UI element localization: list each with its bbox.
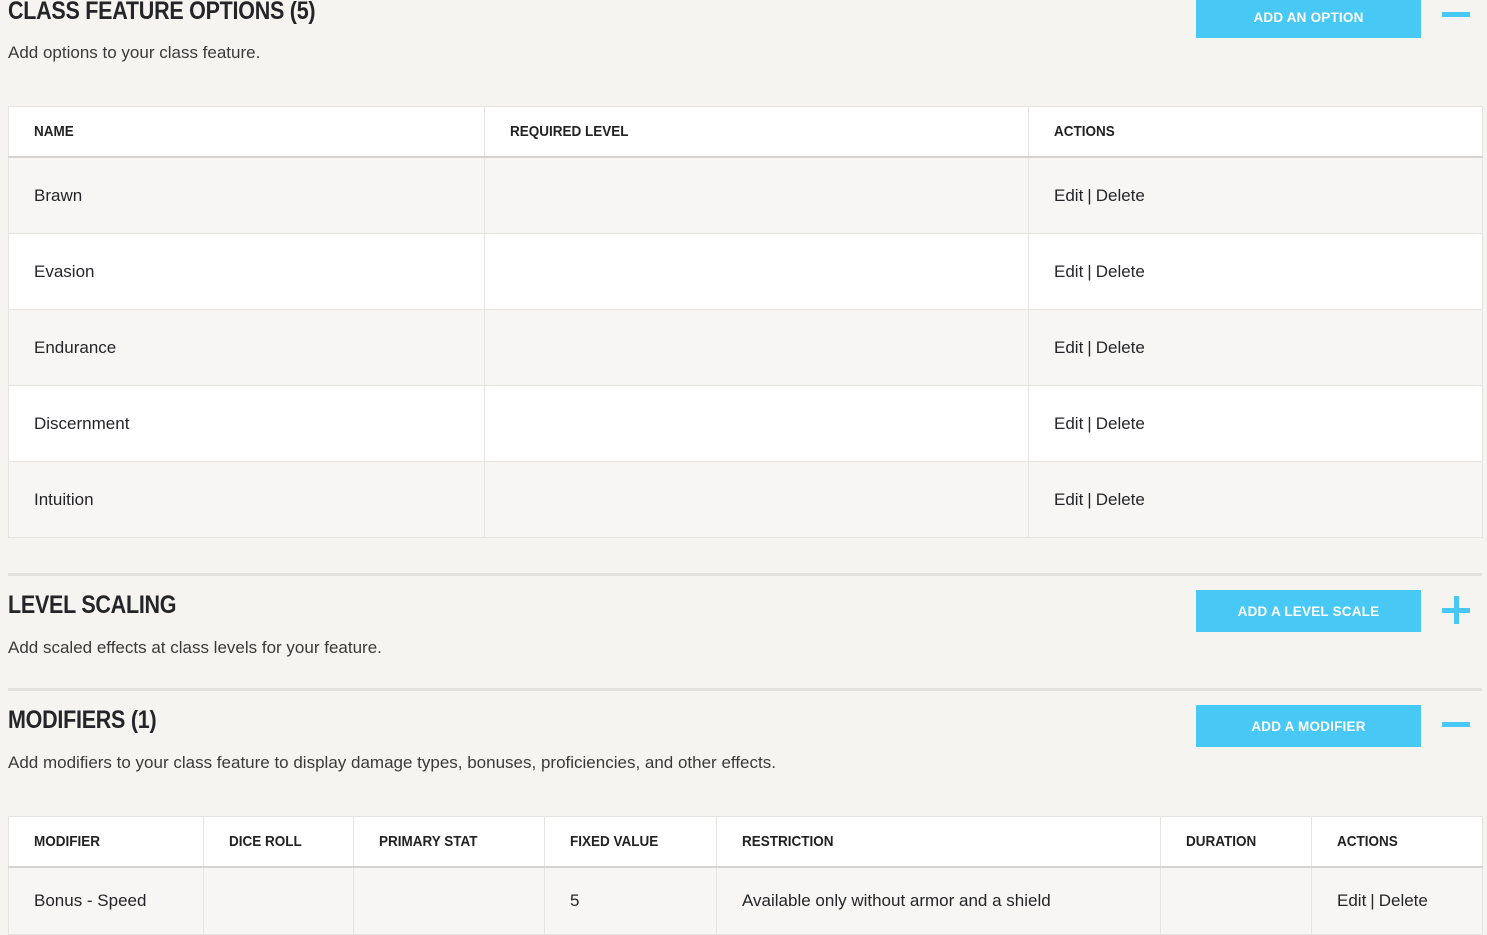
delete-link[interactable]: Delete xyxy=(1096,414,1145,433)
table-row: Brawn Edit | Delete xyxy=(8,157,1483,234)
table-row: Evasion Edit | Delete xyxy=(8,233,1483,310)
option-required-level xyxy=(484,385,1029,462)
column-header-primary-stat: PRIMARY STAT xyxy=(353,816,545,868)
collapse-options-icon[interactable] xyxy=(1442,0,1472,30)
delete-link[interactable]: Delete xyxy=(1096,338,1145,357)
options-table: NAME REQUIRED LEVEL ACTIONS Brawn Edit | D… xyxy=(8,106,1483,538)
option-name: Intuition xyxy=(8,461,485,538)
action-separator: | xyxy=(1087,489,1092,509)
delete-link[interactable]: Delete xyxy=(1096,262,1145,281)
table-row: Discernment Edit | Delete xyxy=(8,385,1483,462)
level-scaling-title: LEVEL SCALING xyxy=(8,591,177,619)
delete-link[interactable]: Delete xyxy=(1379,891,1428,910)
column-header-modifier: MODIFIER xyxy=(8,816,204,868)
modifier-duration xyxy=(1160,867,1312,935)
modifier-fixed-value: 5 xyxy=(544,867,717,935)
column-header-dice-roll: DICE ROLL xyxy=(203,816,354,868)
class-feature-options-description: Add options to your class feature. xyxy=(8,43,261,62)
option-actions: Edit | Delete xyxy=(1028,309,1483,386)
table-row: Bonus - Speed 5 Available only without a… xyxy=(8,867,1483,935)
option-actions: Edit | Delete xyxy=(1028,233,1483,310)
delete-link[interactable]: Delete xyxy=(1096,186,1145,205)
add-option-button[interactable]: ADD AN OPTION xyxy=(1196,0,1421,38)
modifiers-table-header: MODIFIER DICE ROLL PRIMARY STAT FIXED VA… xyxy=(8,816,1483,868)
option-actions: Edit | Delete xyxy=(1028,385,1483,462)
table-row: Intuition Edit | Delete xyxy=(8,461,1483,538)
column-header-restriction: RESTRICTION xyxy=(716,816,1161,868)
table-row: Endurance Edit | Delete xyxy=(8,309,1483,386)
modifiers-title: MODIFIERS (1) xyxy=(8,706,157,734)
option-name: Brawn xyxy=(8,157,485,234)
modifier-restriction: Available only without armor and a shiel… xyxy=(716,867,1161,935)
option-name: Discernment xyxy=(8,385,485,462)
minus-icon xyxy=(1442,722,1470,727)
class-feature-options-section: CLASS FEATURE OPTIONS (5) Add options to… xyxy=(0,0,1487,540)
modifier-name: Bonus - Speed xyxy=(8,867,204,935)
action-separator: | xyxy=(1087,413,1092,433)
option-required-level xyxy=(484,309,1029,386)
modifiers-description: Add modifiers to your class feature to d… xyxy=(8,753,776,772)
action-separator: | xyxy=(1370,891,1375,910)
edit-link[interactable]: Edit xyxy=(1054,186,1083,205)
modifiers-table: MODIFIER DICE ROLL PRIMARY STAT FIXED VA… xyxy=(8,816,1483,935)
edit-link[interactable]: Edit xyxy=(1054,262,1083,281)
column-header-actions: ACTIONS xyxy=(1028,106,1483,158)
modifier-primary-stat xyxy=(353,867,545,935)
level-scaling-description: Add scaled effects at class levels for y… xyxy=(8,638,382,657)
column-header-actions: ACTIONS xyxy=(1311,816,1483,868)
class-feature-options-title: CLASS FEATURE OPTIONS (5) xyxy=(8,0,316,25)
edit-link[interactable]: Edit xyxy=(1337,891,1366,910)
delete-link[interactable]: Delete xyxy=(1096,490,1145,509)
column-header-name: NAME xyxy=(8,106,485,158)
level-scaling-section: LEVEL SCALING Add scaled effects at clas… xyxy=(0,588,1487,684)
add-modifier-button[interactable]: ADD A MODIFIER xyxy=(1196,705,1421,747)
action-separator: | xyxy=(1087,261,1092,281)
option-required-level xyxy=(484,233,1029,310)
expand-level-scaling-icon[interactable] xyxy=(1442,596,1472,626)
section-divider xyxy=(8,573,1482,576)
option-actions: Edit | Delete xyxy=(1028,461,1483,538)
collapse-modifiers-icon[interactable] xyxy=(1442,710,1472,740)
option-required-level xyxy=(484,461,1029,538)
modifier-actions: Edit | Delete xyxy=(1311,867,1483,935)
option-required-level xyxy=(484,157,1029,234)
column-header-duration: DURATION xyxy=(1160,816,1312,868)
option-actions: Edit | Delete xyxy=(1028,157,1483,234)
add-level-scale-button[interactable]: ADD A LEVEL SCALE xyxy=(1196,590,1421,632)
minus-icon xyxy=(1442,12,1470,17)
column-header-required-level: REQUIRED LEVEL xyxy=(484,106,1029,158)
edit-link[interactable]: Edit xyxy=(1054,414,1083,433)
action-separator: | xyxy=(1087,185,1092,205)
section-divider xyxy=(8,688,1482,691)
modifiers-section: MODIFIERS (1) Add modifiers to your clas… xyxy=(0,703,1487,935)
edit-link[interactable]: Edit xyxy=(1054,490,1083,509)
option-name: Evasion xyxy=(8,233,485,310)
edit-link[interactable]: Edit xyxy=(1054,338,1083,357)
column-header-fixed-value: FIXED VALUE xyxy=(544,816,717,868)
action-separator: | xyxy=(1087,337,1092,357)
plus-icon-vertical xyxy=(1454,596,1459,624)
modifier-dice-roll xyxy=(203,867,354,935)
options-table-header: NAME REQUIRED LEVEL ACTIONS xyxy=(8,106,1483,158)
option-name: Endurance xyxy=(8,309,485,386)
